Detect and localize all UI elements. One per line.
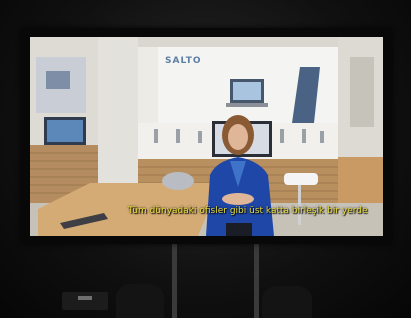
photo-scene: SALTO Tüm dünyadaki ofisler gibi üst kat… bbox=[0, 0, 411, 318]
floor-device bbox=[62, 292, 108, 310]
floor-chair-right bbox=[262, 286, 312, 318]
tv-stand-leg-right bbox=[254, 240, 259, 318]
video-subtitle: Tüm dünyadaki ofisler gibi üst katta bir… bbox=[128, 206, 368, 216]
tv-stand-leg-left bbox=[172, 240, 177, 318]
brand-logo: SALTO bbox=[165, 56, 202, 66]
floor-device-light bbox=[78, 296, 92, 300]
floor-chair bbox=[116, 284, 164, 318]
